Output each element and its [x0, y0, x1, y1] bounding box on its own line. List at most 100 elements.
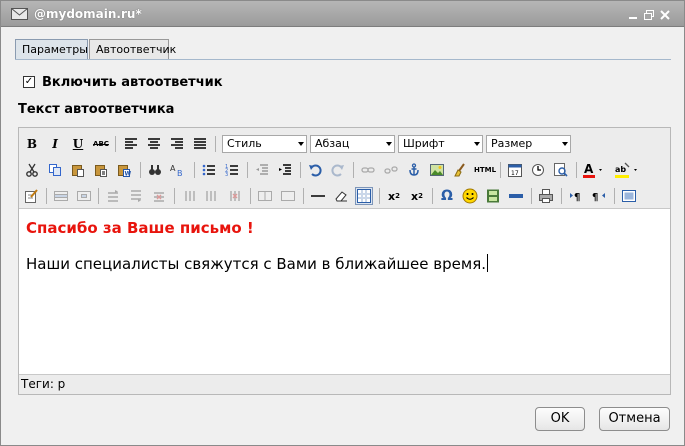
paste-icon[interactable] [69, 161, 87, 179]
insert-date-icon[interactable]: 17 [506, 161, 524, 179]
image-icon[interactable] [428, 161, 446, 179]
unlink-icon[interactable] [382, 161, 400, 179]
restore-icon[interactable] [643, 10, 655, 20]
insert-row-after-icon[interactable] [127, 187, 145, 205]
size-select[interactable]: Размер [486, 135, 571, 153]
underline-icon[interactable]: U [69, 135, 87, 153]
preview-icon[interactable] [552, 161, 570, 179]
subscript-icon[interactable]: x2 [385, 187, 403, 205]
tab-parameters[interactable]: Параметры [15, 39, 88, 60]
italic-icon[interactable]: I [46, 135, 64, 153]
superscript-icon[interactable]: x2 [408, 187, 426, 205]
insert-time-icon[interactable] [529, 161, 547, 179]
separator [353, 162, 354, 178]
cancel-button[interactable]: Отмена [599, 407, 670, 431]
align-justify-icon[interactable] [191, 135, 209, 153]
media-icon[interactable] [484, 187, 502, 205]
chevron-down-icon [386, 142, 392, 146]
strikethrough-icon[interactable]: ABC [92, 135, 110, 153]
redo-icon[interactable] [329, 161, 347, 179]
html-source-icon[interactable]: HTML [474, 161, 496, 179]
svg-text:A: A [170, 164, 176, 173]
minimize-icon[interactable] [627, 10, 639, 20]
enable-autoreply-checkbox[interactable]: ✓ [23, 76, 35, 88]
delete-row-icon[interactable] [150, 187, 168, 205]
paste-text-icon[interactable] [92, 161, 110, 179]
style-select[interactable]: Стиль [222, 135, 307, 153]
ok-button[interactable]: OK [535, 407, 585, 431]
close-icon[interactable] [659, 10, 671, 20]
tab-divider [15, 59, 671, 60]
table-cell-props-icon[interactable] [75, 187, 93, 205]
separator [194, 162, 195, 178]
merge-cells-icon[interactable] [279, 187, 297, 205]
table-row-props-icon[interactable] [52, 187, 70, 205]
editor-toolbar: B I U ABC Стиль Абзац Шрифт Размер W A B… [19, 128, 670, 208]
split-cells-icon[interactable] [256, 187, 274, 205]
toolbar-row-2: W AB 123 HTML 17 A ab [19, 157, 670, 183]
cleanup-icon[interactable] [451, 161, 469, 179]
editor-content-area[interactable]: Спасибо за Ваше письмо ! Наши специалист… [19, 208, 670, 374]
separator [576, 162, 577, 178]
text-caret [486, 254, 488, 272]
link-icon[interactable] [359, 161, 377, 179]
svg-text:¶: ¶ [592, 192, 598, 203]
find-icon[interactable] [146, 161, 164, 179]
remove-format-icon[interactable] [332, 187, 350, 205]
insert-col-before-icon[interactable] [180, 187, 198, 205]
separator [46, 188, 47, 204]
cut-icon[interactable] [23, 161, 41, 179]
visual-aid-icon[interactable] [355, 187, 373, 205]
align-center-icon[interactable] [145, 135, 163, 153]
advanced-hr-icon[interactable] [507, 187, 525, 205]
text-color-icon[interactable]: A [582, 161, 608, 179]
highlight-color-icon[interactable]: ab [614, 161, 642, 179]
font-select-value: Шрифт [403, 137, 445, 150]
title-bar[interactable]: @mydomain.ru* [1, 1, 684, 27]
separator [500, 162, 501, 178]
replace-icon[interactable]: AB [169, 161, 187, 179]
style-select-value: Стиль [227, 137, 262, 150]
insert-row-before-icon[interactable] [104, 187, 122, 205]
edit-css-icon[interactable] [23, 187, 41, 205]
separator [531, 188, 532, 204]
envelope-icon [11, 8, 28, 20]
chevron-down-icon [474, 142, 480, 146]
horizontal-rule-icon[interactable] [309, 187, 327, 205]
outdent-icon[interactable] [253, 161, 271, 179]
bold-icon[interactable]: B [23, 135, 41, 153]
font-select[interactable]: Шрифт [398, 135, 483, 153]
reply-body-line: Наши специалисты свяжутся с Вами в ближа… [26, 254, 488, 273]
indent-icon[interactable] [276, 161, 294, 179]
svg-text:A: A [584, 162, 594, 176]
align-right-icon[interactable] [168, 135, 186, 153]
print-icon[interactable] [537, 187, 555, 205]
align-left-icon[interactable] [122, 135, 140, 153]
separator [115, 136, 116, 152]
emoticon-icon[interactable] [461, 187, 479, 205]
special-char-icon[interactable]: Ω [438, 187, 456, 205]
ltr-icon[interactable]: ¶ [567, 187, 585, 205]
anchor-icon[interactable] [405, 161, 423, 179]
enable-autoreply-label[interactable]: Включить автоответчик [42, 75, 223, 90]
insert-col-after-icon[interactable] [203, 187, 221, 205]
bullet-list-icon[interactable] [200, 161, 218, 179]
tab-autoresponder[interactable]: Автоответчик [89, 39, 176, 60]
size-select-value: Размер [491, 137, 533, 150]
copy-icon[interactable] [46, 161, 64, 179]
paste-word-icon[interactable]: W [115, 161, 133, 179]
separator [561, 188, 562, 204]
svg-text:ab: ab [615, 165, 626, 174]
dialog-window: @mydomain.ru* Параметры Автоответчик ✓ В… [0, 0, 685, 446]
rich-text-editor: B I U ABC Стиль Абзац Шрифт Размер W A B… [18, 127, 671, 395]
paragraph-select[interactable]: Абзац [310, 135, 395, 153]
toolbar-row-1: B I U ABC Стиль Абзац Шрифт Размер [19, 131, 670, 157]
rtl-icon[interactable]: ¶ [590, 187, 608, 205]
fullscreen-icon[interactable] [620, 187, 638, 205]
separator [300, 162, 301, 178]
numbered-list-icon[interactable]: 123 [223, 161, 241, 179]
undo-icon[interactable] [306, 161, 324, 179]
reply-heading: Спасибо за Ваше письмо ! [26, 219, 254, 237]
delete-col-icon[interactable] [226, 187, 244, 205]
separator [215, 136, 216, 152]
